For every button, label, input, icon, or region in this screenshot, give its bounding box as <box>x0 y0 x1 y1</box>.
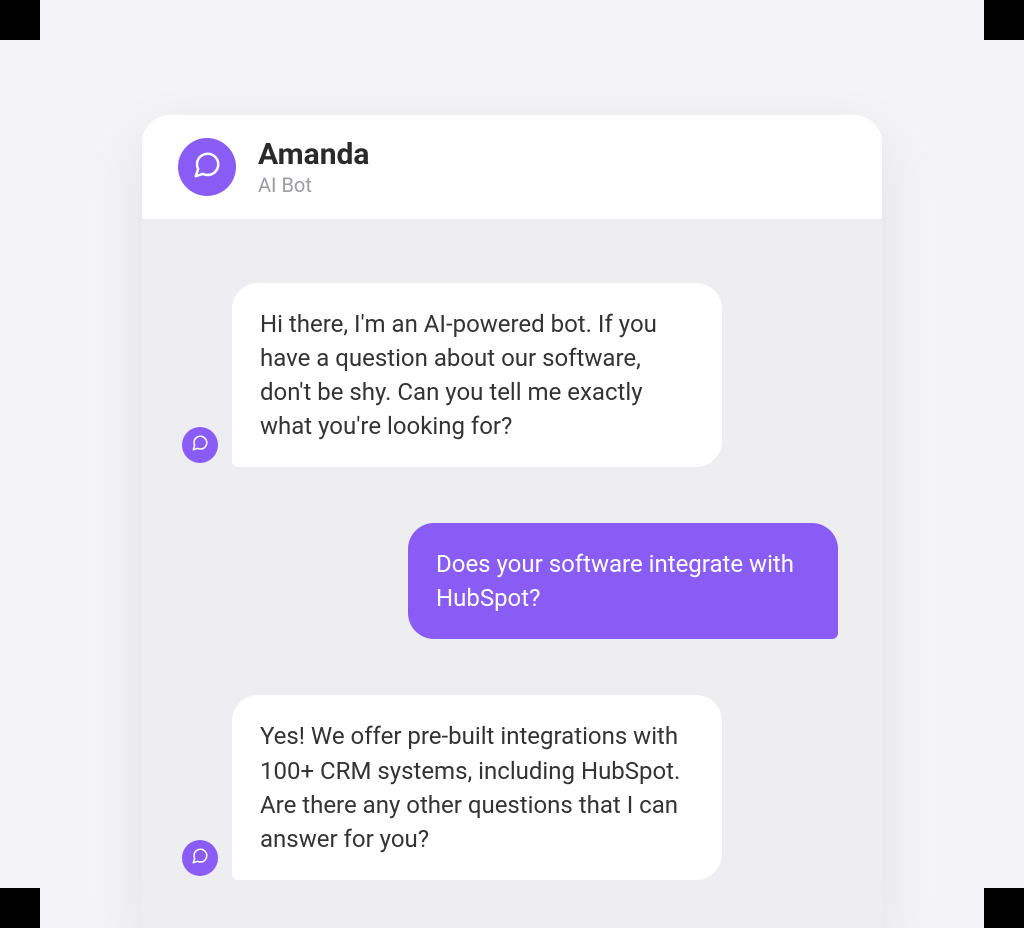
message-avatar <box>182 840 218 876</box>
message-row-bot: Yes! We offer pre-built integrations wit… <box>182 695 842 879</box>
corner-notch <box>0 0 40 40</box>
message-row-bot: Hi there, I'm an AI-powered bot. If you … <box>182 283 842 467</box>
message-row-user: Does your software integrate with HubSpo… <box>182 523 842 639</box>
chat-bubble-icon <box>191 847 209 869</box>
bot-message-bubble: Hi there, I'm an AI-powered bot. If you … <box>232 283 722 467</box>
bot-subtitle: AI Bot <box>258 173 369 197</box>
chat-bubble-icon <box>192 150 222 184</box>
chat-header: Amanda AI Bot <box>142 115 882 219</box>
corner-notch <box>0 888 40 928</box>
chat-window: Amanda AI Bot Hi there, I'm an AI-powere… <box>142 115 882 928</box>
corner-notch <box>984 888 1024 928</box>
user-message-bubble: Does your software integrate with HubSpo… <box>408 523 838 639</box>
bot-avatar <box>178 138 236 196</box>
chat-bubble-icon <box>191 434 209 456</box>
bot-name: Amanda <box>258 138 369 171</box>
header-text: Amanda AI Bot <box>258 138 369 197</box>
chat-body: Hi there, I'm an AI-powered bot. If you … <box>142 219 882 880</box>
bot-message-bubble: Yes! We offer pre-built integrations wit… <box>232 695 722 879</box>
message-avatar <box>182 427 218 463</box>
corner-notch <box>984 0 1024 40</box>
